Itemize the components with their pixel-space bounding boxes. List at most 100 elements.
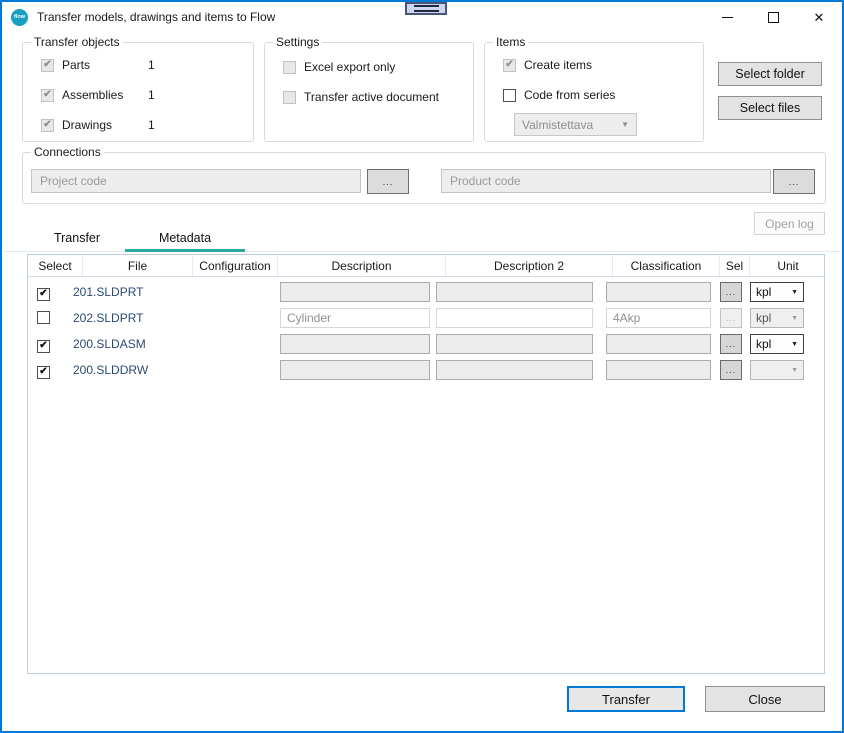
column-header-sel: Sel bbox=[720, 255, 750, 276]
maximize-button[interactable] bbox=[750, 2, 796, 32]
minimize-icon bbox=[722, 17, 733, 18]
window-controls: ✕ bbox=[704, 2, 842, 32]
maximize-icon bbox=[768, 12, 779, 23]
transfer-object-row: ✔Drawings1 bbox=[41, 117, 112, 133]
table-row: 202.SLDPRT... kpl ▼ bbox=[28, 305, 824, 331]
setting-row: Excel export only bbox=[283, 59, 395, 75]
active-tab-underline bbox=[125, 249, 245, 252]
project-code-browse-button[interactable]: ... bbox=[367, 169, 409, 194]
sel-browse-button[interactable]: ... bbox=[720, 282, 742, 302]
chevron-down-icon: ▼ bbox=[791, 289, 798, 296]
item-option-checkbox[interactable] bbox=[503, 89, 516, 102]
classification-input[interactable] bbox=[606, 334, 711, 354]
chevron-down-icon: ▼ bbox=[791, 341, 798, 348]
flow-app-icon: flow bbox=[11, 9, 28, 26]
unit-value: kpl bbox=[756, 285, 771, 299]
item-option-label: Create items bbox=[524, 58, 592, 72]
connections-group: Connections ... ... bbox=[22, 152, 826, 204]
item-option-label: Code from series bbox=[524, 88, 615, 102]
column-header-description: Description bbox=[278, 255, 446, 276]
setting-label: Excel export only bbox=[304, 60, 395, 74]
column-header-configuration: Configuration bbox=[193, 255, 278, 276]
row-select-checkbox[interactable] bbox=[37, 311, 50, 324]
transfer-object-count: 1 bbox=[148, 118, 155, 132]
open-log-button: Open log bbox=[754, 212, 825, 235]
column-header-file: File bbox=[83, 255, 193, 276]
table-row: ✔ 200.SLDASM... kpl ▼ bbox=[28, 331, 824, 357]
row-select-checkbox[interactable]: ✔ bbox=[37, 340, 50, 353]
row-select-checkbox[interactable]: ✔ bbox=[37, 288, 50, 301]
file-name: 202.SLDPRT bbox=[73, 311, 143, 325]
item-series-value: Valmistettava bbox=[522, 118, 593, 132]
transfer-button[interactable]: Transfer bbox=[567, 686, 685, 712]
unit-dropdown: ▼ bbox=[750, 360, 804, 380]
unit-dropdown[interactable]: kpl ▼ bbox=[750, 282, 804, 302]
chevron-down-icon: ▼ bbox=[791, 315, 798, 322]
description2-input[interactable] bbox=[436, 282, 593, 302]
minimize-button[interactable] bbox=[704, 2, 750, 32]
item-series-dropdown: Valmistettava ▼ bbox=[514, 113, 637, 136]
unit-value: kpl bbox=[756, 311, 771, 325]
row-select-checkbox[interactable]: ✔ bbox=[37, 366, 50, 379]
file-name: 201.SLDPRT bbox=[73, 285, 143, 299]
chevron-down-icon: ▼ bbox=[791, 367, 798, 374]
file-name: 200.SLDDRW bbox=[73, 363, 148, 377]
setting-row: Transfer active document bbox=[283, 89, 439, 105]
column-header-classification: Classification bbox=[613, 255, 720, 276]
transfer-object-row: ✔Parts1 bbox=[41, 57, 90, 73]
dock-grip-handle[interactable] bbox=[405, 2, 447, 15]
classification-input bbox=[606, 308, 711, 328]
product-code-input bbox=[441, 169, 771, 193]
close-icon: ✕ bbox=[814, 11, 825, 24]
transfer-object-row: ✔Assemblies1 bbox=[41, 87, 123, 103]
setting-checkbox bbox=[283, 61, 296, 74]
item-option-row: ✔ Create items bbox=[503, 57, 592, 73]
unit-value: kpl bbox=[756, 337, 771, 351]
tab-metadata[interactable]: Metadata bbox=[125, 231, 245, 250]
description-input[interactable] bbox=[280, 360, 430, 380]
classification-input[interactable] bbox=[606, 282, 711, 302]
group-label: Items bbox=[493, 35, 528, 49]
chevron-down-icon: ▼ bbox=[621, 120, 629, 129]
column-header-select: Select bbox=[28, 255, 83, 276]
setting-checkbox bbox=[283, 91, 296, 104]
group-label: Transfer objects bbox=[31, 35, 123, 49]
description2-input[interactable] bbox=[436, 360, 593, 380]
description2-input bbox=[436, 308, 593, 328]
select-files-button[interactable]: Select files bbox=[718, 96, 822, 120]
transfer-object-count: 1 bbox=[148, 88, 155, 102]
sel-browse-button: ... bbox=[720, 308, 742, 328]
description-input[interactable] bbox=[280, 334, 430, 354]
transfer-object-checkbox: ✔ bbox=[41, 119, 54, 132]
description-input[interactable] bbox=[280, 282, 430, 302]
file-name: 200.SLDASM bbox=[73, 337, 146, 351]
grip-lines-icon bbox=[414, 5, 439, 12]
transfer-object-label: Parts bbox=[62, 58, 90, 72]
transfer-object-label: Drawings bbox=[62, 118, 112, 132]
column-header-description-2: Description 2 bbox=[446, 255, 613, 276]
select-folder-button[interactable]: Select folder bbox=[718, 62, 822, 86]
classification-input[interactable] bbox=[606, 360, 711, 380]
close-button[interactable]: ✕ bbox=[796, 2, 842, 32]
sel-browse-button[interactable]: ... bbox=[720, 360, 742, 380]
table-header: SelectFileConfigurationDescriptionDescri… bbox=[28, 255, 824, 277]
close-dialog-button[interactable]: Close bbox=[705, 686, 825, 712]
sel-browse-button[interactable]: ... bbox=[720, 334, 742, 354]
tab-transfer[interactable]: Transfer bbox=[17, 231, 137, 250]
description2-input[interactable] bbox=[436, 334, 593, 354]
transfer-object-count: 1 bbox=[148, 58, 155, 72]
unit-dropdown[interactable]: kpl ▼ bbox=[750, 334, 804, 354]
transfer-object-label: Assemblies bbox=[62, 88, 123, 102]
metadata-table: SelectFileConfigurationDescriptionDescri… bbox=[27, 254, 825, 674]
column-header-unit: Unit bbox=[750, 255, 826, 276]
project-code-input bbox=[31, 169, 361, 193]
product-code-browse-button[interactable]: ... bbox=[773, 169, 815, 194]
items-group: Items ✔Create itemsCode from series Valm… bbox=[484, 42, 704, 142]
item-option-checkbox: ✔ bbox=[503, 59, 516, 72]
table-row: ✔ 200.SLDDRW... ▼ bbox=[28, 357, 824, 383]
description-input bbox=[280, 308, 430, 328]
table-row: ✔ 201.SLDPRT... kpl ▼ bbox=[28, 279, 824, 305]
item-option-row: Code from series bbox=[503, 87, 615, 103]
window-title: Transfer models, drawings and items to F… bbox=[37, 10, 275, 24]
settings-group: Settings Excel export onlyTransfer activ… bbox=[264, 42, 474, 142]
